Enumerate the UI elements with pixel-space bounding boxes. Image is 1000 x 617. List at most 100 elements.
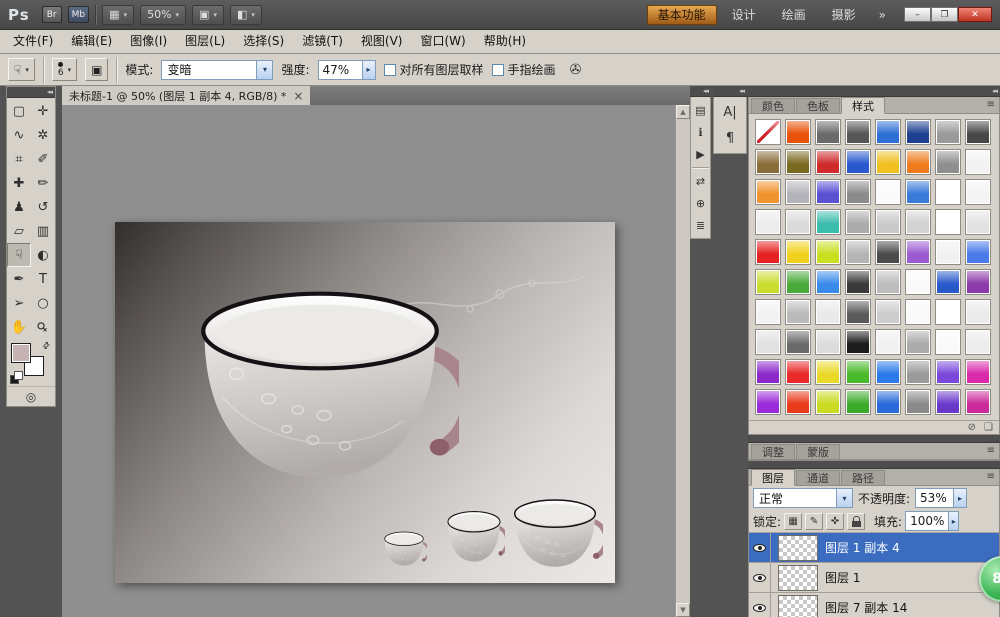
zoom-level-dropdown[interactable]: 50% ▾ bbox=[140, 5, 186, 25]
workspace-overflow-button[interactable]: » bbox=[873, 8, 892, 22]
zoom-tool[interactable]: ♀ bbox=[31, 315, 55, 339]
swap-colors-icon[interactable]: ⇄ bbox=[41, 340, 53, 353]
panel-menu-icon[interactable]: ≡ bbox=[987, 99, 995, 110]
style-swatch[interactable] bbox=[785, 329, 811, 355]
vertical-scrollbar[interactable]: ▲ ▼ bbox=[675, 105, 690, 617]
toolbox-collapse-header[interactable]: ◂◂ bbox=[7, 87, 55, 98]
menu-help[interactable]: 帮助(H) bbox=[475, 30, 535, 53]
style-swatch[interactable] bbox=[875, 359, 901, 385]
style-swatch[interactable] bbox=[965, 389, 991, 415]
lasso-tool[interactable]: ∿ bbox=[7, 123, 31, 147]
panel-menu-icon[interactable]: ≡ bbox=[987, 445, 995, 456]
quick-mask-button[interactable]: ◎ bbox=[26, 390, 36, 404]
style-swatch[interactable] bbox=[815, 359, 841, 385]
ellipse-tool[interactable]: ○ bbox=[31, 291, 55, 315]
info-panel-icon[interactable]: ℹ bbox=[691, 121, 710, 143]
layers-dock-header[interactable] bbox=[748, 461, 1000, 469]
pen-tool[interactable]: ✒ bbox=[7, 267, 31, 291]
style-swatch[interactable] bbox=[755, 359, 781, 385]
style-swatch[interactable] bbox=[905, 119, 931, 145]
style-swatch[interactable] bbox=[965, 269, 991, 295]
style-swatch[interactable] bbox=[815, 389, 841, 415]
dock-collapse-header[interactable]: ◂◂ bbox=[748, 86, 1000, 97]
style-swatch[interactable] bbox=[965, 239, 991, 265]
lock-position-button[interactable]: ✜ bbox=[826, 513, 844, 530]
tab-styles[interactable]: 样式 bbox=[841, 97, 885, 114]
move-tool[interactable]: ✛ bbox=[31, 99, 55, 123]
menu-file[interactable]: 文件(F) bbox=[4, 30, 62, 53]
style-swatch[interactable] bbox=[935, 179, 961, 205]
gradient-tool[interactable]: ▥ bbox=[31, 219, 55, 243]
strength-input[interactable]: 47% ▸ bbox=[318, 60, 376, 80]
character-panel-icon[interactable]: A| bbox=[715, 99, 745, 125]
layer-thumbnail[interactable] bbox=[778, 565, 818, 591]
lock-all-button[interactable] bbox=[847, 513, 865, 530]
new-style-icon[interactable]: ❏ bbox=[984, 422, 993, 433]
style-swatch[interactable] bbox=[845, 119, 871, 145]
style-swatch[interactable] bbox=[875, 389, 901, 415]
canvas-workspace[interactable] bbox=[62, 105, 690, 617]
style-swatch[interactable] bbox=[785, 269, 811, 295]
style-swatch[interactable] bbox=[935, 329, 961, 355]
style-swatch[interactable] bbox=[785, 119, 811, 145]
default-colors-icon[interactable] bbox=[10, 371, 23, 384]
style-swatch[interactable] bbox=[965, 329, 991, 355]
style-swatch[interactable] bbox=[965, 179, 991, 205]
style-swatch[interactable] bbox=[845, 359, 871, 385]
brush-tool[interactable]: ✏ bbox=[31, 171, 55, 195]
style-swatch[interactable] bbox=[755, 179, 781, 205]
style-swatch-none[interactable] bbox=[755, 119, 781, 145]
brush-size-picker[interactable]: 6 ▾ bbox=[52, 58, 77, 81]
style-swatch[interactable] bbox=[905, 179, 931, 205]
clear-style-icon[interactable]: ⊘ bbox=[968, 422, 976, 433]
style-swatch[interactable] bbox=[845, 299, 871, 325]
style-swatch[interactable] bbox=[965, 299, 991, 325]
style-swatch[interactable] bbox=[815, 119, 841, 145]
workspace-button-design[interactable]: 设计 bbox=[721, 5, 767, 25]
style-swatch[interactable] bbox=[755, 209, 781, 235]
style-swatch[interactable] bbox=[905, 299, 931, 325]
clone-source-panel-icon[interactable]: ⊕ bbox=[691, 192, 710, 214]
actions-panel-icon[interactable]: ▶ bbox=[691, 143, 710, 165]
style-swatch[interactable] bbox=[755, 389, 781, 415]
scroll-up-arrow[interactable]: ▲ bbox=[676, 105, 690, 119]
crop-tool[interactable]: ⌗ bbox=[7, 147, 31, 171]
smudge-tool[interactable]: ☟ bbox=[7, 243, 31, 267]
style-swatch[interactable] bbox=[935, 119, 961, 145]
style-swatch[interactable] bbox=[875, 119, 901, 145]
fill-input[interactable]: 100% ▸ bbox=[905, 511, 959, 531]
layer-thumbnail[interactable] bbox=[778, 535, 818, 561]
blend-mode-select[interactable]: 变暗 ▾ bbox=[161, 60, 273, 80]
style-swatch[interactable] bbox=[815, 329, 841, 355]
style-swatch[interactable] bbox=[935, 239, 961, 265]
menu-filter[interactable]: 滤镜(T) bbox=[293, 30, 352, 53]
layer-row[interactable]: 图层 1 bbox=[749, 563, 999, 593]
histogram-panel-icon[interactable]: ▤ bbox=[691, 99, 710, 121]
style-swatch[interactable] bbox=[905, 149, 931, 175]
style-swatch[interactable] bbox=[875, 179, 901, 205]
style-swatch[interactable] bbox=[815, 209, 841, 235]
paragraph-panel-icon[interactable]: ¶ bbox=[715, 125, 745, 151]
visibility-toggle[interactable] bbox=[749, 593, 771, 617]
foreground-color-swatch[interactable] bbox=[11, 343, 31, 363]
dodge-tool[interactable]: ◐ bbox=[31, 243, 55, 267]
menu-window[interactable]: 窗口(W) bbox=[411, 30, 474, 53]
style-swatch[interactable] bbox=[845, 329, 871, 355]
layer-row[interactable]: 图层 7 副本 14 bbox=[749, 593, 999, 617]
style-swatch[interactable] bbox=[905, 269, 931, 295]
menu-edit[interactable]: 编辑(E) bbox=[62, 30, 121, 53]
airbrush-toggle-button[interactable]: ✇ bbox=[564, 58, 588, 81]
style-swatch[interactable] bbox=[965, 359, 991, 385]
style-swatch[interactable] bbox=[935, 299, 961, 325]
rectangular-marquee-tool[interactable]: ▢ bbox=[7, 99, 31, 123]
healing-brush-tool[interactable]: ✚ bbox=[7, 171, 31, 195]
quick-selection-tool[interactable]: ✲ bbox=[31, 123, 55, 147]
style-swatch[interactable] bbox=[875, 269, 901, 295]
style-swatch[interactable] bbox=[845, 389, 871, 415]
scroll-down-arrow[interactable]: ▼ bbox=[676, 603, 690, 617]
workspace-button-photography[interactable]: 摄影 bbox=[821, 5, 867, 25]
layer-row[interactable]: 图层 1 副本 4 bbox=[749, 533, 999, 563]
finger-painting-option[interactable]: 手指绘画 bbox=[492, 61, 556, 78]
toggle-brush-panel-button[interactable]: ▣ bbox=[85, 58, 108, 81]
style-swatch[interactable] bbox=[875, 149, 901, 175]
